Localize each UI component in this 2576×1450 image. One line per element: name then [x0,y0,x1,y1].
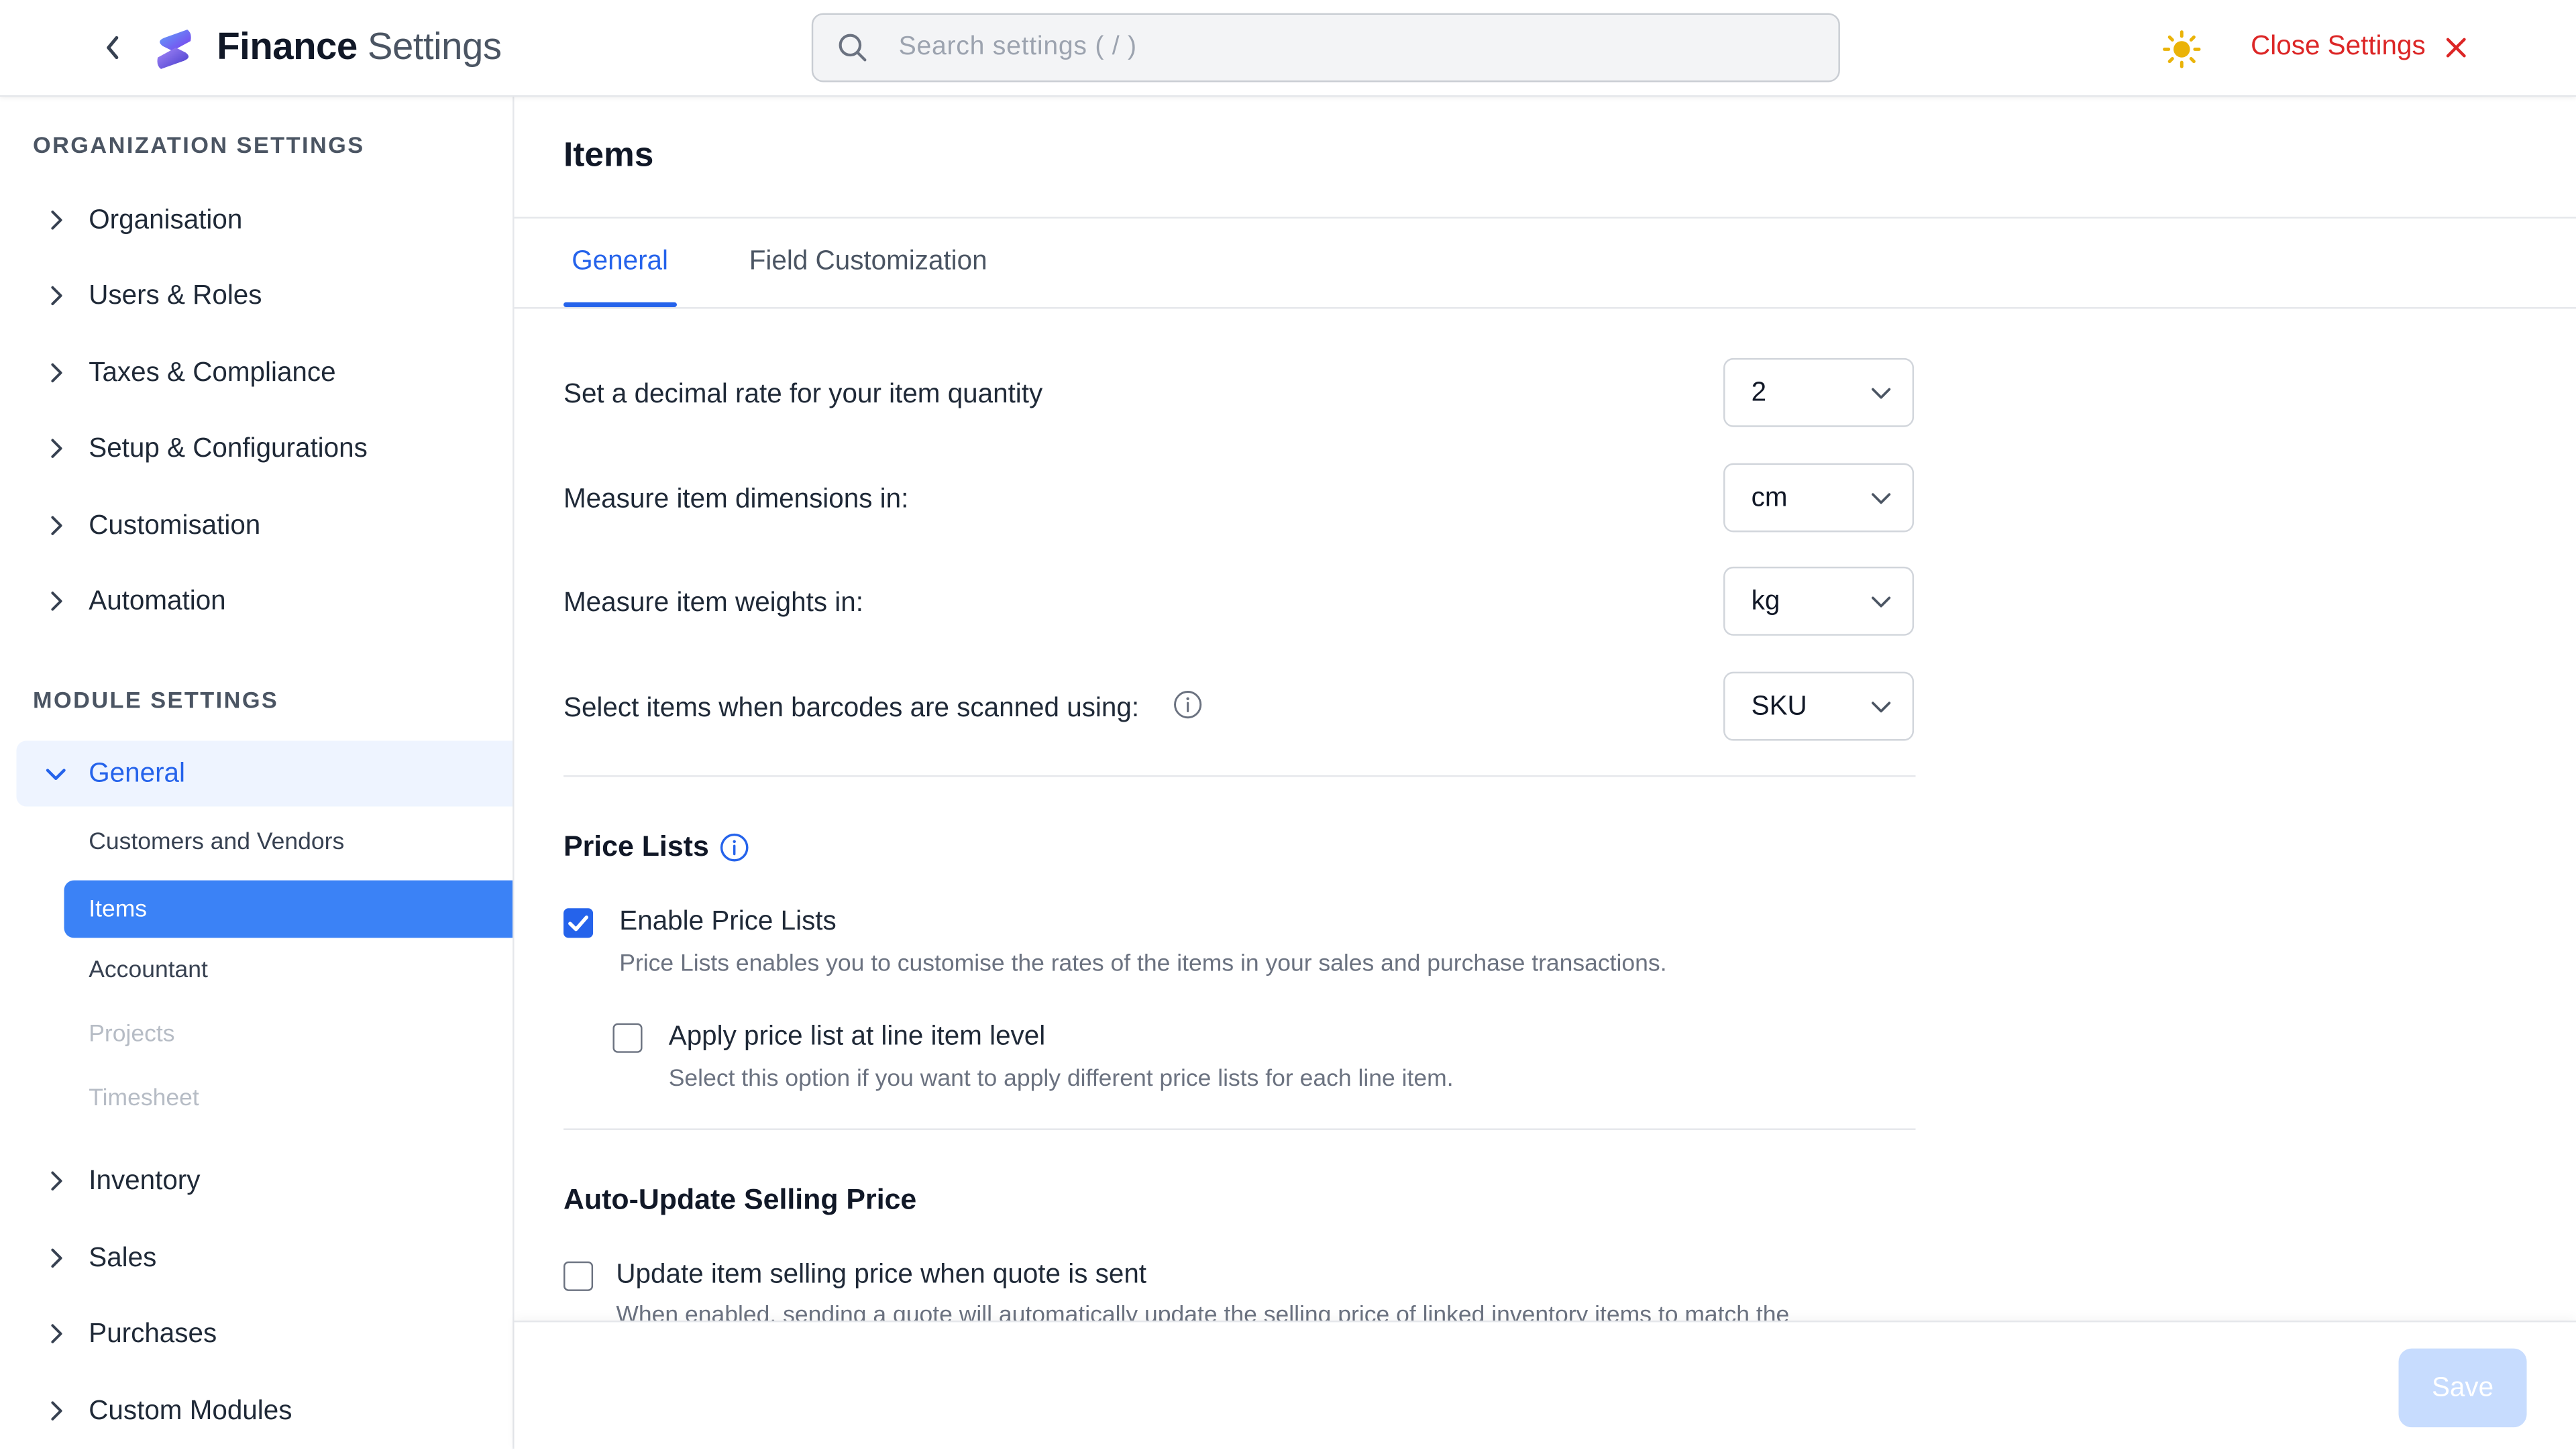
sidebar-item-general[interactable]: General [16,740,513,807]
close-icon [2447,37,2467,57]
sidebar-item-custom-modules[interactable]: Custom Modules [0,1378,513,1444]
org-settings-title: ORGANIZATION SETTINGS [32,131,365,158]
sidebar-item-label: Inventory [89,1165,201,1195]
chevron-right-icon [51,1324,62,1343]
sidebar-item-label: Custom Modules [89,1395,292,1425]
search-icon [839,34,867,62]
chevron-right-icon [51,1248,62,1268]
select-value: kg [1751,585,1780,616]
sidebar-item-sales[interactable]: Sales [0,1225,513,1291]
sidebar-item-inventory[interactable]: Inventory [0,1148,513,1214]
chevron-right-icon [51,592,62,611]
divider [564,775,1916,777]
close-settings-label: Close Settings [2251,31,2426,61]
chevron-right-icon [51,1171,62,1191]
sidebar-item-label: Taxes & Compliance [89,357,336,387]
module-settings-title: MODULE SETTINGS [32,686,279,713]
barcode-scan-label: Select items when barcodes are scanned u… [564,693,1140,723]
chevron-right-icon [51,210,62,230]
select-value: cm [1751,482,1788,512]
sidebar-item-customisation[interactable]: Customisation [0,493,513,559]
check-icon [568,915,588,932]
line-item-price-list-checkbox[interactable] [612,1023,643,1053]
sidebar-subitem-projects: Projects [89,1021,175,1048]
tab-general[interactable]: General [572,246,668,278]
update-selling-price-checkbox[interactable] [564,1261,594,1291]
sidebar-item-label: Setup & Configurations [89,433,368,463]
sidebar-subitem-accountant[interactable]: Accountant [89,958,208,984]
search-box[interactable] [811,13,1840,82]
sidebar-item-users-roles[interactable]: Users & Roles [0,263,513,329]
sidebar-subitem-customers-vendors[interactable]: Customers and Vendors [89,830,344,856]
save-button[interactable]: Save [2398,1348,2527,1428]
app-title: Finance Settings [217,24,502,68]
chevron-down-icon [46,769,66,781]
enable-price-lists-label: Enable Price Lists [619,906,837,936]
sidebar-item-label: Automation [89,585,226,616]
sidebar-item-purchases[interactable]: Purchases [0,1301,513,1367]
price-lists-heading: Price Lists [564,829,709,862]
chevron-right-icon [51,516,62,535]
active-tab-indicator [564,302,677,307]
enable-price-lists-description: Price Lists enables you to customise the… [619,950,1667,978]
line-item-price-list-description: Select this option if you want to apply … [668,1066,1454,1093]
weight-unit-label: Measure item weights in: [564,588,863,618]
sidebar-subitem-items[interactable]: Items [64,880,513,938]
settings-screen: Finance Settings Close Settings ORGANIZA… [0,0,2576,1450]
divider [514,217,2576,219]
sidebar-item-label: Sales [89,1242,157,1272]
back-icon[interactable] [99,30,128,66]
sidebar-item-setup-configurations[interactable]: Setup & Configurations [0,416,513,482]
page-title: Items [564,136,654,174]
sidebar-item-automation[interactable]: Automation [0,568,513,634]
decimal-rate-select[interactable]: 2 [1723,357,1915,427]
chevron-down-icon [1872,702,1891,713]
info-icon[interactable] [1173,690,1203,720]
tab-field-customization[interactable]: Field Customization [749,246,987,278]
sidebar-item-taxes-compliance[interactable]: Taxes & Compliance [0,340,513,406]
finance-logo-icon [157,30,191,69]
decimal-rate-label: Set a decimal rate for your item quantit… [564,379,1043,409]
dimensions-unit-select[interactable]: cm [1723,463,1915,533]
chevron-right-icon [51,439,62,458]
search-input[interactable] [895,31,1789,64]
divider [564,1128,1916,1130]
select-value: 2 [1751,377,1767,407]
sidebar-item-label: Organisation [89,204,243,234]
line-item-price-list-label: Apply price list at line item level [668,1021,1046,1052]
sun-icon[interactable] [2162,30,2202,69]
chevron-right-icon [51,363,62,383]
sidebar-item-label: General [89,758,186,788]
sidebar-subitem-timesheet: Timesheet [89,1085,199,1112]
settings-sidebar: ORGANIZATION SETTINGS Organisation Users… [0,97,515,1449]
chevron-down-icon [1872,493,1891,504]
footer-bar: Save [514,1320,2576,1450]
sidebar-item-organisation[interactable]: Organisation [0,187,513,253]
close-settings-button[interactable]: Close Settings [2251,32,2468,63]
enable-price-lists-checkbox[interactable] [564,908,594,938]
sidebar-item-label: Customisation [89,510,261,540]
sidebar-item-label: Purchases [89,1318,217,1348]
auto-update-heading: Auto-Update Selling Price [564,1182,917,1216]
divider [514,306,2576,309]
select-value: SKU [1751,690,1807,720]
chevron-right-icon [51,286,62,306]
update-selling-price-label: Update item selling price when quote is … [616,1260,1147,1290]
chevron-down-icon [1872,388,1891,399]
top-bar: Finance Settings Close Settings [0,0,2576,97]
main-panel: Items General Field Customization Set a … [514,97,2576,1450]
sidebar-item-label: Users & Roles [89,280,262,310]
info-icon[interactable] [720,833,749,862]
chevron-down-icon [1872,596,1891,608]
weight-unit-select[interactable]: kg [1723,566,1915,636]
barcode-scan-select[interactable]: SKU [1723,671,1915,741]
dimensions-unit-label: Measure item dimensions in: [564,484,909,514]
chevron-right-icon [51,1401,62,1420]
